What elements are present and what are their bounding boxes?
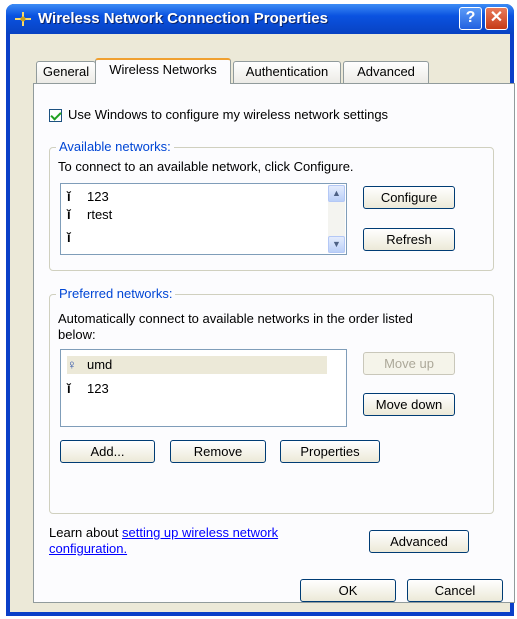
learn-about-text: Learn about setting up wireless network — [49, 525, 278, 540]
add-button[interactable]: Add... — [60, 440, 155, 463]
refresh-button[interactable]: Refresh — [363, 228, 455, 251]
setup-wireless-link[interactable]: setting up wireless network — [122, 525, 278, 540]
window-title: Wireless Network Connection Properties — [38, 10, 328, 27]
move-down-button[interactable]: Move down — [363, 393, 455, 416]
list-item[interactable]: ♀ umd — [67, 356, 327, 374]
available-description: To connect to an available network, clic… — [58, 159, 354, 174]
dialog-client-area: General Wireless Networks Authentication… — [10, 34, 515, 612]
available-scrollbar[interactable]: ▲ ▼ — [328, 185, 345, 253]
network-name: umd — [87, 357, 113, 372]
preferred-networks-title: Preferred networks: — [56, 286, 176, 301]
network-name: rtest — [87, 207, 113, 222]
preferred-networks-group: Preferred networks: Automatically connec… — [49, 286, 494, 514]
wireless-networks-panel: Use Windows to configure my wireless net… — [33, 83, 515, 603]
list-item[interactable]: ǐ 123 — [67, 380, 109, 398]
antenna-icon: ǐ — [67, 207, 71, 222]
network-name: 123 — [87, 381, 109, 396]
title-bar[interactable]: Wireless Network Connection Properties ?… — [6, 4, 514, 34]
available-networks-list[interactable]: ǐ 123 ǐ rtest ǐ ▲ ▼ — [60, 183, 347, 255]
dialog-window: Wireless Network Connection Properties ?… — [6, 4, 515, 616]
preferred-description-line2: below: — [58, 327, 96, 342]
list-item[interactable]: ǐ 123 — [67, 188, 109, 206]
antenna-icon: ǐ — [67, 381, 71, 396]
antenna-icon: ǐ — [67, 189, 71, 204]
scroll-down-icon[interactable]: ▼ — [328, 236, 345, 253]
advanced-button[interactable]: Advanced — [369, 530, 469, 553]
network-name: 123 — [87, 189, 109, 204]
help-button[interactable]: ? — [459, 7, 482, 30]
tab-general[interactable]: General — [36, 61, 96, 83]
close-button[interactable]: ✕ — [485, 7, 508, 30]
cancel-button[interactable]: Cancel — [407, 579, 503, 602]
list-item[interactable]: ǐ — [67, 229, 87, 247]
tab-wireless-networks[interactable]: Wireless Networks — [95, 58, 231, 84]
ok-button[interactable]: OK — [300, 579, 396, 602]
remove-button[interactable]: Remove — [170, 440, 266, 463]
move-up-button[interactable]: Move up — [363, 352, 455, 375]
use-windows-checkbox[interactable] — [49, 109, 62, 122]
connected-antenna-icon: ♀ — [67, 357, 77, 372]
use-windows-label: Use Windows to configure my wireless net… — [68, 107, 389, 122]
tab-authentication[interactable]: Authentication — [233, 61, 341, 83]
available-networks-title: Available networks: — [56, 139, 174, 154]
preferred-description-line1: Automatically connect to available netwo… — [58, 311, 413, 326]
network-connection-icon — [15, 12, 31, 26]
scroll-up-icon[interactable]: ▲ — [328, 185, 345, 202]
properties-button[interactable]: Properties — [280, 440, 380, 463]
preferred-networks-list[interactable]: ♀ umd ǐ 123 — [60, 349, 347, 427]
learn-prefix: Learn about — [49, 525, 123, 540]
list-item[interactable]: ǐ rtest — [67, 206, 112, 224]
available-networks-group: Available networks: To connect to an ava… — [49, 139, 494, 271]
configure-button[interactable]: Configure — [363, 186, 455, 209]
tab-advanced[interactable]: Advanced — [343, 61, 429, 83]
setup-wireless-link-line2[interactable]: configuration. — [49, 541, 127, 556]
antenna-icon: ǐ — [67, 230, 71, 245]
